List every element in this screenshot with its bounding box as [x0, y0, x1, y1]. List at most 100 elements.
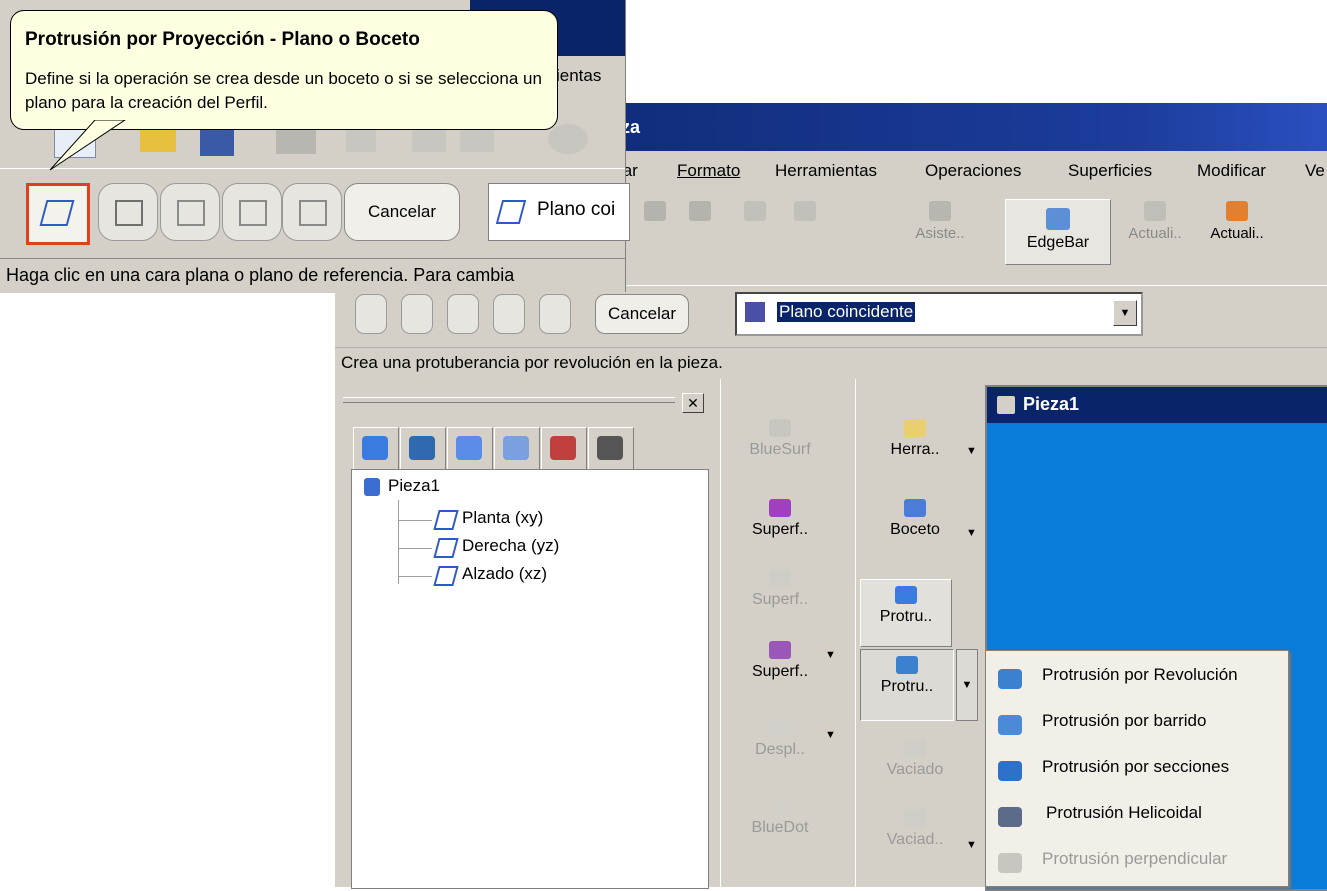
- revolved-protrusion-button[interactable]: Protru..: [860, 649, 954, 721]
- plane-icon: [495, 200, 527, 224]
- plane-select[interactable]: Plano coincidente ▼: [735, 292, 1143, 336]
- previous-prompt-bar: Haga clic en una cara plana o plano de r…: [0, 258, 625, 293]
- copy-button[interactable]: [635, 201, 675, 261]
- tab-feature-pathfinder[interactable]: [353, 427, 399, 471]
- dropdown-arrow-icon[interactable]: ▼: [956, 649, 978, 721]
- tree-item-planta[interactable]: Planta (xy): [462, 508, 543, 528]
- extent-step-icon: [299, 200, 327, 226]
- tooltip-title: Protrusión por Proyección - Plano o Boce…: [25, 29, 420, 50]
- tab-layers[interactable]: [400, 427, 446, 471]
- tree-line: [398, 500, 399, 584]
- plane-sketch-button[interactable]: [355, 294, 387, 334]
- tab-sensors[interactable]: [494, 427, 540, 471]
- bluedot-label: BlueDot: [751, 819, 809, 836]
- superficie-button-1[interactable]: Superf..: [725, 499, 835, 539]
- menu-superficies[interactable]: Superficies: [1068, 161, 1152, 181]
- sensors-icon: [503, 436, 529, 460]
- tooltip: Protrusión por Proyección - Plano o Boce…: [10, 10, 558, 130]
- dropdown-arrow-icon[interactable]: ▼: [966, 527, 977, 539]
- plane-icon: [745, 302, 765, 322]
- desplazar-button[interactable]: Despl..: [725, 719, 835, 759]
- bluedot-button[interactable]: BlueDot: [725, 801, 835, 837]
- menu-item-barrido[interactable]: Protrusión por barrido: [1042, 711, 1206, 731]
- dropdown-arrow-icon[interactable]: ▼: [825, 729, 836, 741]
- bluesurf-button[interactable]: BlueSurf: [725, 419, 835, 459]
- bluesurf-icon: [769, 419, 791, 437]
- draw-profile-button[interactable]: [98, 183, 158, 241]
- side-step-button[interactable]: [447, 294, 479, 334]
- layers-icon: [409, 436, 435, 460]
- dropdown-arrow-icon[interactable]: ▼: [966, 445, 977, 457]
- command-ribbon: Cancelar Plano coincidente ▼: [335, 285, 1327, 346]
- bluesurf-label: BlueSurf: [749, 441, 811, 458]
- close-icon[interactable]: ✕: [682, 393, 704, 413]
- plane-icon: [433, 538, 459, 558]
- axis-step-button[interactable]: [222, 183, 282, 241]
- plane-sketch-button-highlighted[interactable]: [26, 183, 90, 245]
- extent-step-button[interactable]: [539, 294, 571, 334]
- update-icon: [1144, 201, 1166, 221]
- menu-item-secciones[interactable]: Protrusión por secciones: [1042, 757, 1229, 777]
- protrusion-button[interactable]: Protru..: [860, 579, 952, 647]
- tree-item-derecha[interactable]: Derecha (yz): [462, 536, 559, 556]
- select-arrow-icon: [904, 419, 926, 437]
- paste-button[interactable]: [680, 201, 720, 261]
- part-icon: [364, 478, 380, 496]
- menu-herramientas-fragment[interactable]: ientas: [556, 66, 601, 86]
- menu-item-revolucion[interactable]: Protrusión por Revolución: [1042, 665, 1238, 685]
- plane-select-value: Plano coincidente: [777, 302, 916, 322]
- menu-formato[interactable]: Formato: [677, 161, 740, 181]
- superficie-button-2[interactable]: Superf..: [725, 569, 835, 609]
- asistente-button[interactable]: Asiste..: [905, 201, 975, 261]
- vaciado-button-2[interactable]: Vaciad..: [860, 809, 970, 849]
- cancel-button[interactable]: Cancelar: [344, 183, 460, 241]
- protrusion-flyout-menu: Protrusión por Revolución Protrusión por…: [985, 650, 1289, 887]
- edgebar-icon: [1046, 208, 1070, 230]
- boceto-label: Boceto: [890, 521, 940, 538]
- superficie-label-1: Superf..: [751, 521, 809, 538]
- library-icon: [550, 436, 576, 460]
- tree-root[interactable]: Pieza1: [388, 476, 440, 496]
- draw-profile-button[interactable]: [401, 294, 433, 334]
- vaciado-button[interactable]: Vaciado: [860, 739, 970, 779]
- redo-button[interactable]: [785, 201, 825, 261]
- menu-herramientas[interactable]: Herramientas: [775, 161, 877, 181]
- boceto-button[interactable]: Boceto: [860, 499, 970, 539]
- axis-step-button[interactable]: [493, 294, 525, 334]
- tree-item-alzado[interactable]: Alzado (xz): [462, 564, 547, 584]
- menu-item-perpendicular[interactable]: Protrusión perpendicular: [1042, 849, 1227, 869]
- menu-operaciones[interactable]: Operaciones: [925, 161, 1021, 181]
- extent-step-button[interactable]: [282, 183, 342, 241]
- undo-button[interactable]: [735, 201, 775, 261]
- undo-icon[interactable]: [548, 124, 588, 154]
- dropdown-arrow-icon[interactable]: ▼: [825, 649, 836, 661]
- surface-revolve-icon: [769, 499, 791, 517]
- helix-icon: [998, 807, 1022, 827]
- paste-icon: [689, 201, 711, 221]
- edgebar-button[interactable]: EdgeBar: [1005, 199, 1111, 265]
- tab-library[interactable]: [541, 427, 587, 471]
- plane-select[interactable]: Plano coi: [488, 183, 630, 241]
- prompt-text: Haga clic en una cara plana o plano de r…: [6, 265, 515, 285]
- cancel-button[interactable]: Cancelar: [595, 294, 689, 334]
- undo-icon: [744, 201, 766, 221]
- tab-camera[interactable]: [588, 427, 634, 471]
- chevron-down-icon[interactable]: ▼: [1113, 300, 1137, 326]
- superficie-button-3[interactable]: Superf..: [725, 641, 835, 681]
- menu-item-helicoidal[interactable]: Protrusión Helicoidal: [1046, 803, 1202, 823]
- redo-icon: [794, 201, 816, 221]
- herramientas-button[interactable]: Herra..: [860, 419, 970, 459]
- side-step-button[interactable]: [160, 183, 220, 241]
- actualizar-button-2[interactable]: Actuali..: [1197, 201, 1277, 261]
- document-title-bar: Pieza1: [987, 387, 1327, 423]
- tree-branch-3: [398, 576, 432, 577]
- side-step-icon: [177, 200, 205, 226]
- dropdown-arrow-icon[interactable]: ▼: [966, 839, 977, 851]
- surface-toolbar: BlueSurf Superf.. Superf.. Superf.. ▼ De…: [720, 379, 841, 887]
- menu-ver[interactable]: Ve: [1305, 161, 1325, 181]
- menu-modificar[interactable]: Modificar: [1197, 161, 1266, 181]
- tab-family[interactable]: [447, 427, 493, 471]
- actualizar-button-1[interactable]: Actuali..: [1120, 201, 1190, 261]
- grip[interactable]: [343, 397, 675, 403]
- plane-icon: [433, 510, 459, 530]
